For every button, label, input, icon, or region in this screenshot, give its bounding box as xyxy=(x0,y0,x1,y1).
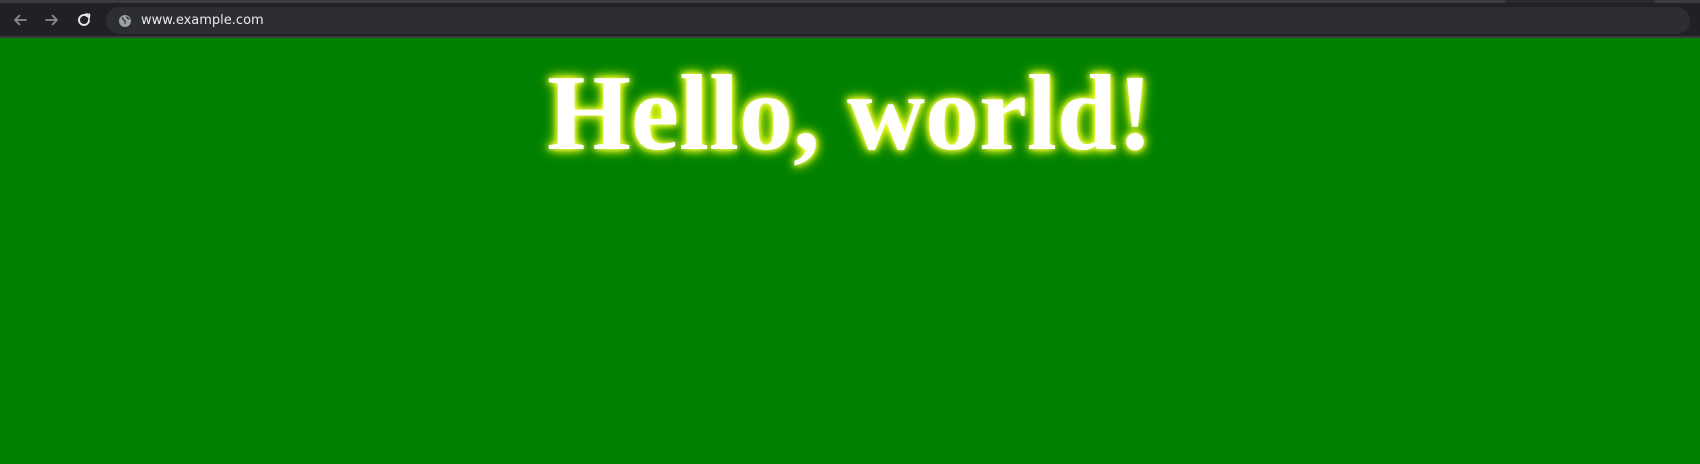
page-content: Hello, world! xyxy=(0,38,1700,464)
reload-button[interactable] xyxy=(70,6,98,34)
browser-toolbar: www.example.com xyxy=(0,0,1700,36)
forward-button[interactable] xyxy=(38,6,66,34)
page-heading: Hello, world! xyxy=(547,54,1153,173)
back-button[interactable] xyxy=(6,6,34,34)
globe-icon[interactable] xyxy=(118,14,132,28)
tab-strip-edge xyxy=(1505,0,1655,3)
arrow-right-icon xyxy=(44,12,60,28)
reload-icon xyxy=(76,12,92,28)
url-text[interactable]: www.example.com xyxy=(141,13,264,28)
address-bar[interactable]: www.example.com xyxy=(106,7,1690,34)
arrow-left-icon xyxy=(12,12,28,28)
